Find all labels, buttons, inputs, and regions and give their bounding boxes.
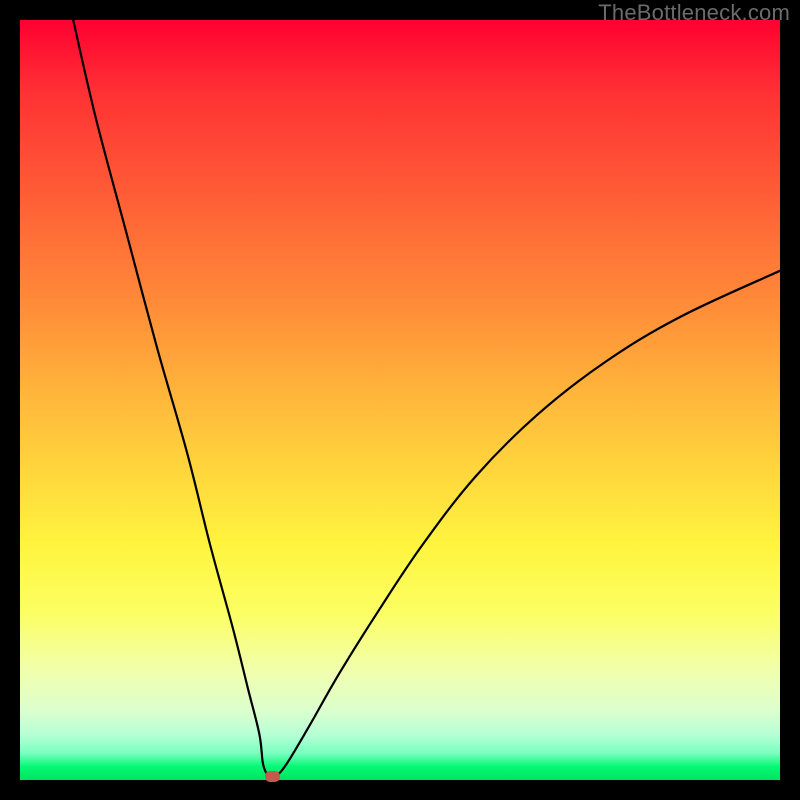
bottleneck-curve [20, 20, 780, 780]
plot-area [20, 20, 780, 780]
optimum-marker [265, 771, 280, 782]
watermark-text: TheBottleneck.com [598, 0, 790, 26]
chart-frame: TheBottleneck.com [0, 0, 800, 800]
curve-path [73, 20, 780, 778]
